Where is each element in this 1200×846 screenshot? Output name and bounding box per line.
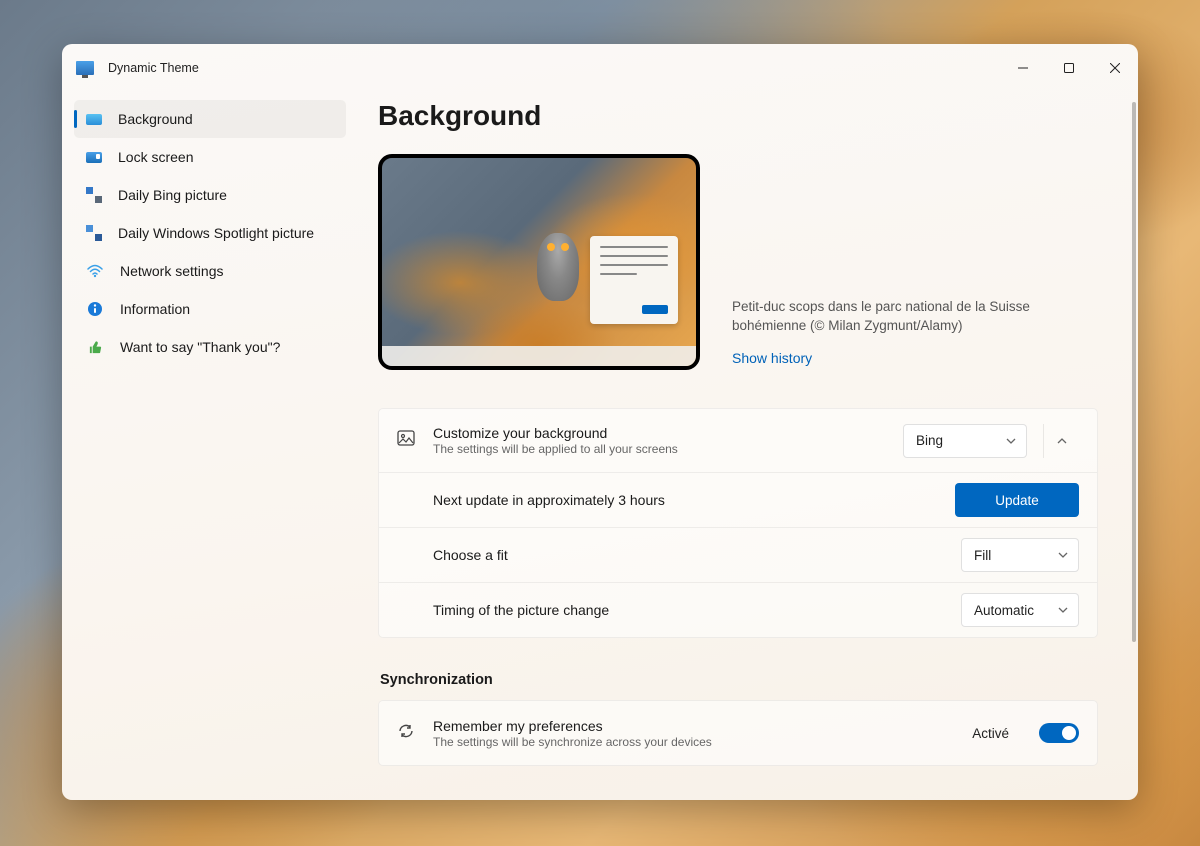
timing-value: Automatic [974,603,1034,618]
fit-label: Choose a fit [433,547,945,563]
sidebar-item-bing[interactable]: Daily Bing picture [74,176,346,214]
customize-subtitle: The settings will be applied to all your… [433,442,887,456]
sidebar-item-spotlight[interactable]: Daily Windows Spotlight picture [74,214,346,252]
sidebar-item-thanks[interactable]: Want to say "Thank you"? [74,328,346,366]
titlebar: Dynamic Theme [62,44,1138,92]
fit-row: Choose a fit Fill [379,528,1097,583]
image-caption: Petit-duc scops dans le parc national de… [732,298,1098,336]
sync-card: Remember my preferences The settings wil… [378,700,1098,766]
toggle-state-label: Activé [972,726,1009,741]
chevron-down-icon [1058,604,1068,616]
sidebar-item-label: Daily Windows Spotlight picture [118,225,314,241]
sync-subtitle: The settings will be synchronize across … [433,735,956,749]
preview-row: Petit-duc scops dans le parc national de… [378,154,1098,370]
scrollbar-thumb[interactable] [1132,102,1136,642]
sidebar-item-label: Daily Bing picture [118,187,227,203]
sidebar-item-network[interactable]: Network settings [74,252,346,290]
bing-icon [86,187,102,203]
sidebar-item-label: Network settings [120,263,223,279]
sync-heading: Synchronization [380,672,1098,688]
sync-icon [397,722,417,745]
sidebar-item-label: Information [120,301,190,317]
sidebar-item-background[interactable]: Background [74,100,346,138]
show-history-link[interactable]: Show history [732,350,1098,366]
scrollbar[interactable] [1132,102,1136,790]
source-value: Bing [916,433,943,448]
expander-toggle[interactable] [1043,424,1079,458]
fit-dropdown[interactable]: Fill [961,538,1079,572]
timing-row: Timing of the picture change Automatic [379,583,1097,637]
sidebar: Background Lock screen Daily Bing pictur… [62,92,358,800]
timing-dropdown[interactable]: Automatic [961,593,1079,627]
close-button[interactable] [1092,52,1138,84]
monitor-icon [86,114,102,125]
sidebar-item-lockscreen[interactable]: Lock screen [74,138,346,176]
background-preview[interactable] [378,154,700,370]
customize-title: Customize your background [433,425,887,441]
chevron-up-icon [1057,435,1067,447]
spotlight-icon [86,225,102,241]
chevron-down-icon [1006,435,1016,447]
lockscreen-icon [86,152,102,163]
thumbs-up-icon [86,338,104,356]
minimize-button[interactable] [1000,52,1046,84]
sync-row: Remember my preferences The settings wil… [379,701,1097,765]
timing-label: Timing of the picture change [433,602,945,618]
fit-value: Fill [974,548,991,563]
chevron-down-icon [1058,549,1068,561]
sync-toggle[interactable] [1039,723,1079,743]
app-icon [76,61,94,75]
maximize-button[interactable] [1046,52,1092,84]
sidebar-item-label: Lock screen [118,149,193,165]
customize-card: Customize your background The settings w… [378,408,1098,638]
update-button[interactable]: Update [955,483,1079,517]
preview-info: Petit-duc scops dans le parc national de… [732,298,1098,370]
app-title: Dynamic Theme [108,61,199,75]
page-title: Background [378,100,1098,132]
sidebar-item-label: Background [118,111,193,127]
picture-icon [397,429,417,452]
customize-header-row: Customize your background The settings w… [379,409,1097,473]
source-dropdown[interactable]: Bing [903,424,1027,458]
sidebar-item-information[interactable]: Information [74,290,346,328]
content-area: Background Petit-duc scops dans le parc … [358,92,1138,800]
app-window: Dynamic Theme Background Lock screen [62,44,1138,800]
info-icon [86,300,104,318]
window-controls [1000,52,1138,84]
wifi-icon [86,262,104,280]
next-update-text: Next update in approximately 3 hours [433,492,939,508]
sync-title: Remember my preferences [433,718,956,734]
sidebar-item-label: Want to say "Thank you"? [120,339,280,355]
next-update-row: Next update in approximately 3 hours Upd… [379,473,1097,528]
